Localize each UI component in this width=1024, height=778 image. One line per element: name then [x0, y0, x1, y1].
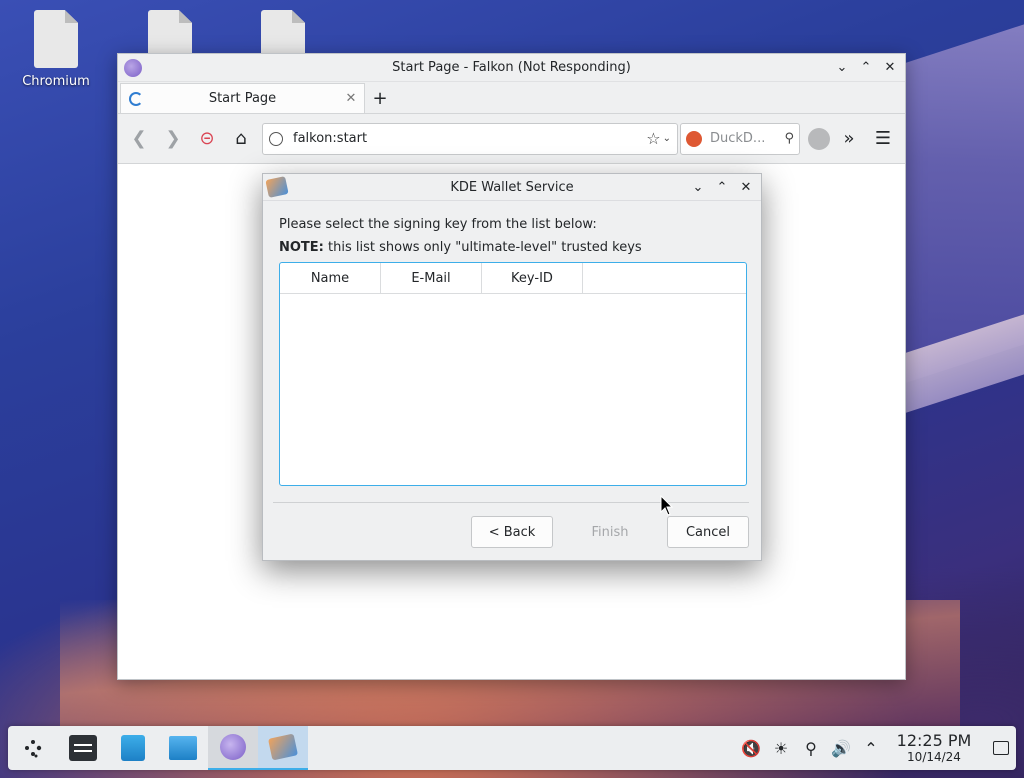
- menu-icon[interactable]: ☰: [868, 124, 898, 154]
- new-tab-button[interactable]: +: [369, 83, 391, 113]
- system-tray: 🔇 ☀ ⚲ 🔊 ⌃ 12:25 PM 10/14/24: [736, 726, 1016, 770]
- search-placeholder: DuckD...: [710, 131, 766, 146]
- brightness-icon[interactable]: ☀: [766, 726, 796, 770]
- dialog-prompt: Please select the signing key from the l…: [279, 217, 597, 232]
- note-label: NOTE:: [279, 240, 324, 255]
- window-title: Start Page - Falkon (Not Responding): [392, 60, 631, 75]
- table-header: Name E-Mail Key-ID: [280, 263, 746, 294]
- clock-date: 10/14/24: [907, 750, 961, 764]
- tab-bar: Start Page ✕ +: [118, 82, 905, 114]
- divider: [273, 502, 749, 503]
- navigation-toolbar: ❮ ❯ ⊝ ⌂ falkon:start ☆ ⌄ DuckD... ⚲ » ☰: [118, 114, 905, 164]
- show-desktop-button[interactable]: [986, 726, 1016, 770]
- column-header-filler: [583, 263, 746, 293]
- kde-logo-icon: [25, 740, 42, 758]
- cancel-button[interactable]: Cancel: [667, 516, 749, 548]
- loading-spinner-icon: [129, 91, 143, 106]
- maximize-icon[interactable]: ⌃: [857, 59, 875, 77]
- desktop-icon-chromium[interactable]: Chromium: [16, 10, 96, 89]
- minimize-icon[interactable]: ⌄: [689, 178, 707, 196]
- tray-expand-icon[interactable]: ⌃: [856, 726, 886, 770]
- dialog-note: NOTE: this list shows only "ultimate-lev…: [279, 240, 745, 255]
- taskbar-dolphin[interactable]: [158, 726, 208, 770]
- home-button[interactable]: ⌂: [226, 124, 256, 154]
- taskbar-system-settings[interactable]: [58, 726, 108, 770]
- finish-button[interactable]: Finish: [569, 516, 651, 548]
- clock-time: 12:25 PM: [896, 731, 972, 750]
- note-text: this list shows only "ultimate-level" tr…: [323, 240, 642, 255]
- column-header-name[interactable]: Name: [280, 263, 381, 293]
- globe-icon: [269, 131, 283, 146]
- url-bar[interactable]: falkon:start ☆ ⌄: [262, 122, 678, 155]
- close-icon[interactable]: ✕: [881, 59, 899, 77]
- taskbar-falkon[interactable]: [208, 726, 258, 770]
- folder-icon: [169, 736, 197, 760]
- column-header-key-id[interactable]: Key-ID: [482, 263, 583, 293]
- volume-icon[interactable]: 🔊: [826, 726, 856, 770]
- close-icon[interactable]: ✕: [737, 178, 755, 196]
- maximize-icon[interactable]: ⌃: [713, 178, 731, 196]
- file-icon: [34, 10, 78, 68]
- back-button[interactable]: ❮: [124, 124, 154, 154]
- taskbar-discover[interactable]: [108, 726, 158, 770]
- dialog-titlebar[interactable]: KDE Wallet Service ⌄ ⌃ ✕: [263, 174, 761, 201]
- column-header-email[interactable]: E-Mail: [381, 263, 482, 293]
- search-icon[interactable]: ⚲: [784, 131, 794, 146]
- wallet-icon: [267, 733, 299, 761]
- taskbar: 🔇 ☀ ⚲ 🔊 ⌃ 12:25 PM 10/14/24: [8, 726, 1016, 770]
- minimize-icon[interactable]: ⌄: [833, 59, 851, 77]
- bookmark-star-icon[interactable]: ☆: [646, 129, 660, 148]
- tab-title: Start Page: [208, 91, 277, 106]
- settings-icon: [69, 735, 97, 761]
- back-button[interactable]: < Back: [471, 516, 553, 548]
- adblock-icon[interactable]: [808, 127, 830, 150]
- stop-button[interactable]: ⊝: [192, 124, 222, 154]
- network-icon[interactable]: ⚲: [796, 726, 826, 770]
- taskbar-kde-wallet[interactable]: [258, 726, 308, 770]
- store-bag-icon: [121, 735, 145, 761]
- browser-titlebar[interactable]: Start Page - Falkon (Not Responding) ⌄ ⌃…: [118, 54, 905, 82]
- tab-start-page[interactable]: Start Page ✕: [120, 83, 365, 113]
- app-launcher-button[interactable]: [8, 726, 58, 770]
- overflow-chevron-icon[interactable]: »: [834, 124, 864, 154]
- desktop-icon-label: Chromium: [22, 74, 90, 89]
- kde-wallet-dialog: KDE Wallet Service ⌄ ⌃ ✕ Please select t…: [262, 173, 762, 561]
- forward-button[interactable]: ❯: [158, 124, 188, 154]
- show-desktop-icon: [993, 741, 1009, 755]
- clock[interactable]: 12:25 PM 10/14/24: [894, 731, 974, 765]
- url-text[interactable]: falkon:start: [293, 131, 646, 146]
- falkon-icon: [220, 734, 246, 760]
- duckduckgo-icon: [686, 130, 702, 147]
- chevron-down-icon[interactable]: ⌄: [663, 133, 671, 144]
- search-box[interactable]: DuckD... ⚲: [680, 122, 800, 155]
- microphone-muted-icon[interactable]: 🔇: [736, 726, 766, 770]
- key-list-table[interactable]: Name E-Mail Key-ID: [279, 262, 747, 486]
- dialog-title: KDE Wallet Service: [450, 179, 574, 195]
- tab-close-icon[interactable]: ✕: [342, 91, 360, 106]
